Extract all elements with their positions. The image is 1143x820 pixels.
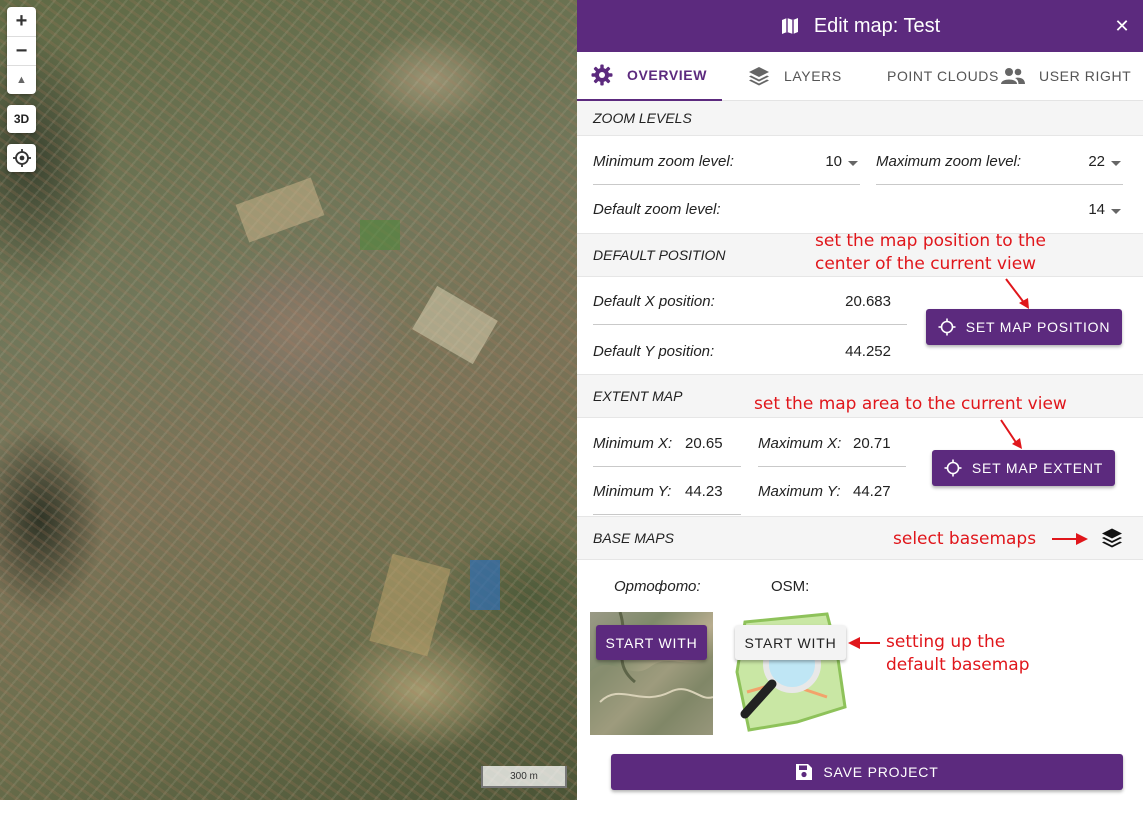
footer-bar: SAVE PROJECT: [577, 746, 1143, 800]
min-zoom-select[interactable]: Minimum zoom level: 10: [593, 145, 860, 185]
orthophoto-start-with-button[interactable]: START WITH: [596, 625, 707, 660]
tab-layers-label: LAYERS: [784, 68, 842, 84]
layers-icon: [1102, 528, 1122, 548]
tab-point-clouds-label: POINT CLOUDS: [887, 68, 999, 84]
close-icon: ✕: [1114, 15, 1130, 36]
chevron-down-icon: [848, 161, 858, 166]
arrow-icon: [848, 637, 880, 649]
max-y-field[interactable]: Maximum Y: 44.27: [758, 471, 906, 515]
save-project-button[interactable]: SAVE PROJECT: [611, 754, 1123, 790]
default-x-label: Default X position:: [593, 293, 715, 310]
locate-button[interactable]: [7, 144, 36, 172]
max-y-value: 44.27: [853, 483, 891, 500]
min-zoom-label: Minimum zoom level:: [593, 153, 734, 170]
annotation-set-position: set the map position to the center of th…: [815, 230, 1046, 276]
tab-overview[interactable]: OVERVIEW: [577, 52, 722, 101]
annotation-default-basemap-line2: default basemap: [886, 655, 1030, 675]
chevron-down-icon: [1111, 161, 1121, 166]
layers-icon: [749, 67, 769, 86]
basemap-orthophoto-name: Ортофото:: [614, 578, 701, 595]
zoom-out-button[interactable]: −: [7, 36, 36, 65]
gear-icon: [591, 64, 613, 86]
save-project-label: SAVE PROJECT: [823, 764, 939, 780]
default-position-heading-text: DEFAULT POSITION: [593, 247, 726, 263]
annotation-select-basemaps: select basemaps: [893, 529, 1037, 549]
map-imagery: [0, 0, 577, 800]
osm-start-with-button[interactable]: START WITH: [735, 625, 846, 660]
arrow-icon: [1000, 419, 1022, 449]
close-button[interactable]: ✕: [1107, 11, 1137, 41]
set-map-position-label: SET MAP POSITION: [965, 319, 1111, 335]
zoom-control: + − ▲: [7, 7, 36, 94]
tab-user-rights-label: USER RIGHT: [1039, 68, 1132, 84]
annotation-set-position-line1: set the map position to the: [815, 231, 1046, 251]
default-zoom-select[interactable]: Default zoom level: 14: [593, 193, 1123, 229]
max-zoom-select[interactable]: Maximum zoom level: 22: [876, 145, 1123, 185]
min-x-value: 20.65: [685, 435, 723, 452]
crosshair-icon: [12, 149, 31, 167]
max-x-field[interactable]: Maximum X: 20.71: [758, 423, 906, 467]
tab-layers[interactable]: LAYERS: [722, 52, 847, 101]
zoom-in-button[interactable]: +: [7, 7, 36, 36]
users-icon: [1001, 68, 1025, 84]
compass-button[interactable]: ▲: [7, 65, 36, 94]
compass-icon: ▲: [16, 74, 27, 86]
min-y-label: Minimum Y:: [593, 483, 672, 500]
max-y-label: Maximum Y:: [758, 483, 841, 500]
min-x-label: Minimum X:: [593, 435, 673, 452]
set-map-extent-button[interactable]: SET MAP EXTENT: [932, 450, 1115, 486]
crosshair-icon: [944, 459, 962, 477]
default-zoom-value: 14: [1088, 201, 1105, 218]
orthophoto-start-with-label: START WITH: [605, 634, 698, 651]
max-zoom-label: Maximum zoom level:: [876, 153, 1022, 170]
arrow-icon: [1052, 533, 1088, 545]
panel-title: Edit map: Test: [813, 14, 941, 37]
max-zoom-value: 22: [1088, 153, 1105, 170]
zoom-levels-heading-text: ZOOM LEVELS: [593, 110, 692, 126]
map-canvas[interactable]: + − ▲ 3D 300 m: [0, 0, 577, 800]
chevron-down-icon: [1111, 209, 1121, 214]
default-y-value: 44.252: [845, 343, 891, 360]
max-x-label: Maximum X:: [758, 435, 842, 452]
annotation-default-basemap-line1: setting up the: [886, 632, 1006, 652]
annotation-default-basemap: setting up the default basemap: [886, 631, 1030, 677]
map-field: [360, 220, 400, 250]
map-icon: [781, 18, 798, 34]
tab-bar: OVERVIEW LAYERS POINT CLOUDS USER RIGHT: [577, 52, 1143, 101]
crosshair-icon: [938, 318, 956, 336]
map-building: [470, 560, 500, 610]
osm-start-with-label: START WITH: [744, 634, 837, 651]
base-maps-heading-text: BASE MAPS: [593, 530, 674, 546]
extent-map-heading-text: EXTENT MAP: [593, 388, 683, 404]
save-icon: [796, 764, 813, 780]
arrow-icon: [1005, 278, 1029, 309]
default-zoom-label: Default zoom level:: [593, 201, 721, 218]
scale-bar: 300 m: [481, 766, 567, 788]
panel-header: Edit map: Test ✕: [577, 0, 1143, 52]
max-x-value: 20.71: [853, 435, 891, 452]
select-basemaps-button[interactable]: [1101, 527, 1125, 551]
set-map-position-button[interactable]: SET MAP POSITION: [926, 309, 1122, 345]
set-map-extent-label: SET MAP EXTENT: [971, 460, 1104, 476]
default-x-field[interactable]: Default X position: 20.683: [593, 283, 907, 325]
min-x-field[interactable]: Minimum X: 20.65: [593, 423, 741, 467]
tab-user-rights[interactable]: USER RIGHT: [997, 52, 1143, 101]
zoom-levels-heading: ZOOM LEVELS: [577, 101, 1143, 136]
basemap-osm-name: OSM:: [771, 578, 810, 595]
tab-overview-label: OVERVIEW: [627, 67, 708, 83]
annotation-set-extent: set the map area to the current view: [754, 394, 1067, 414]
min-zoom-value: 10: [825, 153, 842, 170]
min-y-value: 44.23: [685, 483, 723, 500]
tab-point-clouds[interactable]: POINT CLOUDS: [847, 52, 999, 101]
default-y-label: Default Y position:: [593, 343, 715, 360]
annotation-set-position-line2: center of the current view: [815, 254, 1037, 274]
toggle-3d-button[interactable]: 3D: [7, 105, 36, 133]
default-x-value: 20.683: [845, 293, 891, 310]
min-y-field[interactable]: Minimum Y: 44.23: [593, 471, 741, 515]
default-y-field[interactable]: Default Y position: 44.252: [593, 333, 907, 369]
